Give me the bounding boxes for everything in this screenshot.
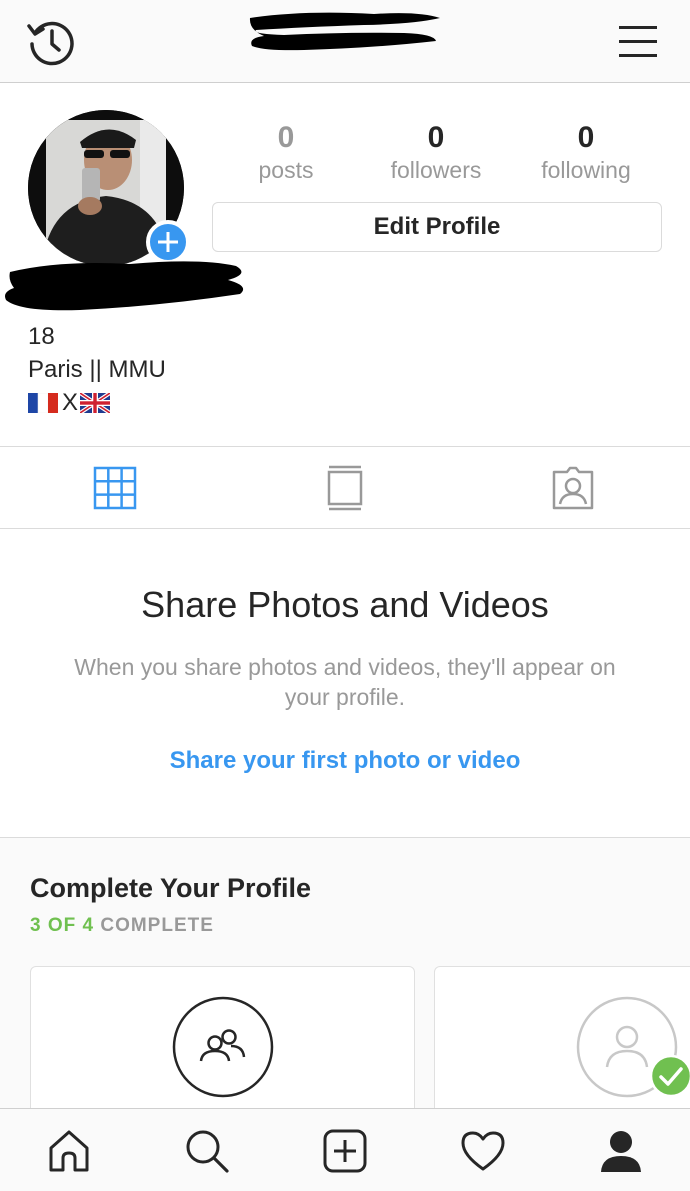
menu-button[interactable]: [612, 18, 664, 64]
bio-flags-separator: X: [62, 389, 79, 416]
uk-flag-icon: [80, 393, 111, 413]
tagged-photos-icon: [552, 466, 594, 510]
tab-feed[interactable]: [300, 457, 390, 519]
profile-photo-card[interactable]: [434, 966, 690, 1109]
nav-profile[interactable]: [590, 1121, 652, 1181]
empty-state-title: Share Photos and Videos: [141, 584, 549, 625]
history-button[interactable]: [22, 14, 78, 70]
posts-count: 0: [277, 121, 295, 154]
grid-icon: [93, 466, 137, 510]
posts-label: posts: [258, 157, 314, 183]
following-label: following: [541, 157, 631, 183]
complete-profile-title: Complete Your Profile: [30, 873, 312, 903]
profile-icon: [601, 1131, 641, 1172]
redacted-username: [249, 12, 440, 51]
home-icon: [49, 1130, 89, 1172]
search-icon: [186, 1130, 229, 1173]
bio-flags: X: [28, 388, 111, 418]
tab-tagged[interactable]: [528, 457, 618, 519]
followers-label: followers: [390, 157, 482, 183]
edit-profile-button[interactable]: Edit Profile: [212, 202, 662, 252]
bio-location: Paris || MMU: [28, 356, 166, 383]
complete-profile-progress: 3 OF 4 COMPLETE: [30, 914, 214, 938]
nav-search[interactable]: [176, 1121, 238, 1181]
checkmark-badge-icon: [649, 1054, 690, 1098]
nav-activity[interactable]: [452, 1121, 514, 1181]
followers-count: 0: [427, 121, 445, 154]
activity-heart-icon: [461, 1131, 505, 1171]
stat-following[interactable]: 0 following: [516, 120, 656, 184]
feed-list-icon: [327, 465, 363, 511]
progress-suffix: COMPLETE: [100, 915, 214, 936]
progress-count: 3 OF 4: [30, 915, 95, 936]
following-count: 0: [577, 121, 595, 154]
complete-profile-section: Complete Your Profile 3 OF 4 COMPLETE: [0, 837, 690, 1109]
share-first-photo-link[interactable]: Share your first photo or video: [0, 745, 690, 777]
empty-state-description: When you share photos and videos, they'l…: [74, 654, 616, 710]
profile-tabs: [0, 446, 690, 529]
stat-posts[interactable]: 0 posts: [216, 120, 356, 184]
bottom-navigation: [0, 1108, 690, 1191]
stat-followers[interactable]: 0 followers: [366, 120, 506, 184]
france-flag-icon: [28, 393, 58, 413]
redacted-display-name: [5, 261, 244, 311]
top-bar: [0, 0, 690, 83]
new-post-icon: [323, 1129, 367, 1173]
hamburger-menu-icon: [619, 26, 657, 57]
profile-avatar-wrapper[interactable]: [28, 110, 190, 266]
bio-age: 18: [28, 323, 55, 350]
find-people-icon: [172, 996, 274, 1098]
nav-home[interactable]: [38, 1121, 100, 1181]
find-people-card[interactable]: [30, 966, 415, 1109]
tab-grid[interactable]: [70, 457, 160, 519]
history-icon: [27, 21, 74, 66]
nav-new-post[interactable]: [314, 1121, 376, 1181]
